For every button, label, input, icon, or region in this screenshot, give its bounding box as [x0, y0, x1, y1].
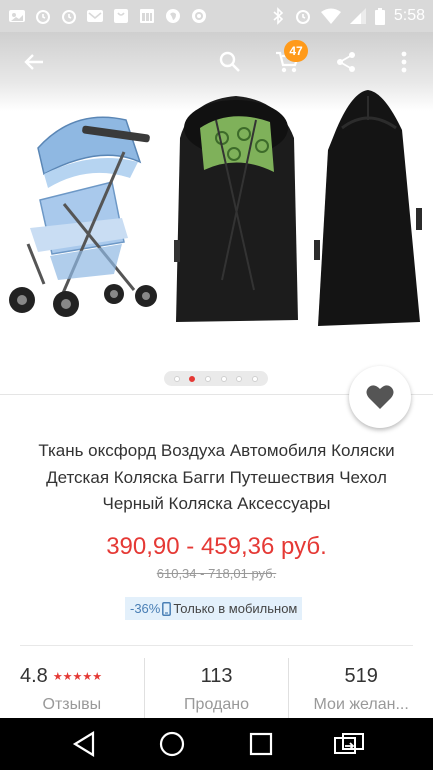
product-stats: 4.8 ★★★★★ Отзывы 113 Продано 519 Мои жел… [0, 658, 433, 718]
product-screen: 5:58 47 Ткань оксфорд Воздуха Автомобиля… [0, 0, 433, 770]
mail-icon [87, 10, 103, 22]
arrow-left-icon [24, 54, 43, 70]
share-button[interactable] [330, 46, 362, 78]
nav-switch-button[interactable] [329, 724, 369, 764]
phone-icon [162, 601, 172, 616]
recents-square-icon [249, 732, 272, 756]
app-icon [166, 9, 180, 23]
sold-stat[interactable]: 113 Продано [143, 658, 289, 718]
alarm-icon [36, 10, 50, 24]
pager-dot[interactable] [220, 375, 227, 382]
battery-icon [374, 7, 385, 25]
wishlist-stat[interactable]: 519 Мои желан... [288, 658, 433, 718]
mobile-only-label: Только в мобильном [173, 601, 298, 616]
pager-dot[interactable] [236, 375, 243, 382]
pager-dot[interactable] [252, 375, 259, 382]
cart-count-badge: 47 [284, 40, 308, 62]
nav-recents-button[interactable] [241, 724, 281, 764]
status-bar: 5:58 [0, 0, 433, 32]
heart-icon [366, 385, 394, 409]
wishlist-value: 519 [344, 665, 378, 687]
search-button[interactable] [214, 46, 246, 78]
product-title: Ткань оксфорд Воздуха Автомобиля Коляски… [38, 441, 395, 513]
back-button[interactable] [18, 46, 50, 78]
bluetooth-icon [273, 7, 284, 25]
back-triangle-icon [73, 731, 95, 757]
pager-dot[interactable] [205, 375, 212, 382]
more-vert-icon [401, 51, 407, 73]
share-icon [337, 52, 355, 72]
lion-icon [192, 9, 206, 23]
home-circle-icon [160, 731, 185, 757]
cover-open-image [174, 96, 298, 322]
wishlist-label: Мои желан... [313, 696, 409, 713]
nav-back-button[interactable] [64, 724, 104, 764]
bag-icon [114, 9, 128, 23]
cover-closed-image [314, 90, 422, 326]
system-nav-bar [0, 718, 433, 770]
gallery-pager[interactable] [164, 371, 268, 386]
app-toolbar [0, 32, 433, 92]
nav-home-button[interactable] [152, 724, 192, 764]
clock: 5:58 [393, 7, 425, 24]
mobile-discount-badge: -36% Только в мобильном [125, 597, 303, 620]
search-icon [219, 51, 240, 72]
reviews-stat[interactable]: 4.8 ★★★★★ Отзывы [0, 658, 144, 718]
pager-dot[interactable] [173, 375, 180, 382]
divider [20, 645, 413, 646]
rating-value: 4.8 [20, 665, 48, 687]
sold-label: Продано [184, 696, 249, 713]
more-button[interactable] [388, 46, 420, 78]
discount-percent: -36% [130, 601, 161, 616]
product-price: 390,90 - 459,36 руб. [106, 533, 327, 560]
product-old-price: 610,34 - 718,01 руб. [156, 566, 277, 581]
signal-icon [349, 8, 366, 24]
stroller-image [9, 116, 157, 317]
alarm-icon [295, 10, 310, 24]
photo-icon [9, 10, 25, 22]
switch-app-icon [333, 733, 364, 754]
pager-dot-active[interactable] [189, 375, 196, 382]
alarm-icon [62, 10, 76, 24]
wifi-icon [320, 8, 341, 24]
reviews-label: Отзывы [42, 696, 102, 713]
sold-value: 113 [200, 665, 233, 687]
wishlist-button[interactable] [349, 366, 411, 428]
rating-stars-icon: ★★★★★ [52, 670, 103, 683]
calendar-icon [140, 9, 154, 23]
